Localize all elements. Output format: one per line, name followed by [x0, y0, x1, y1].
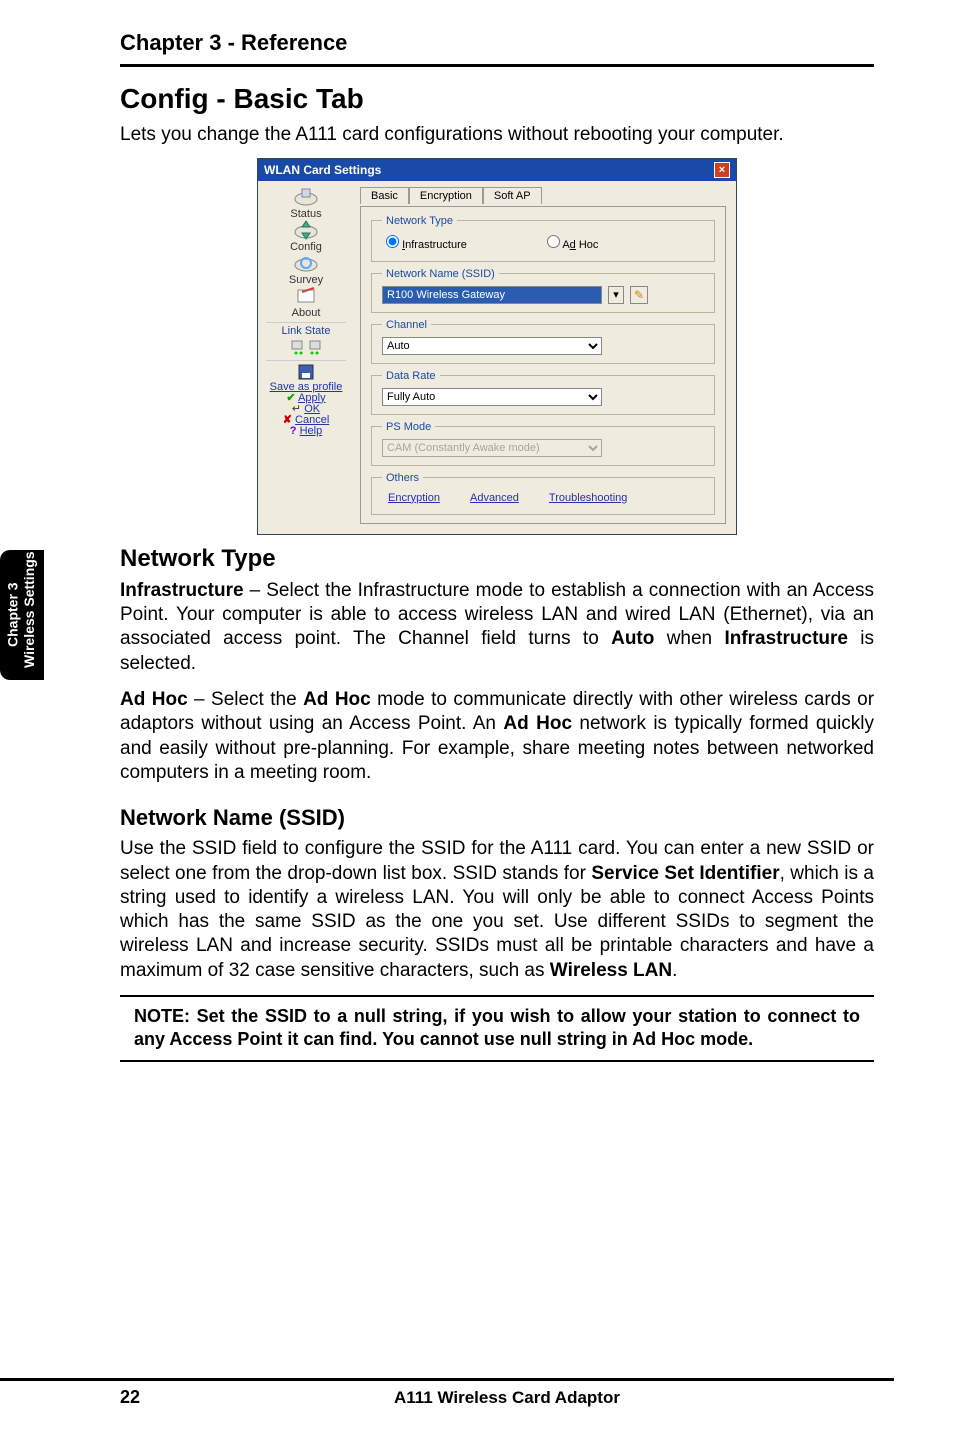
status-icon — [292, 187, 320, 207]
para-adhoc: Ad Hoc – Select the Ad Hoc mode to commu… — [120, 688, 874, 785]
ssid-dropdown-button[interactable]: ▾ — [608, 286, 624, 304]
link-troubleshooting[interactable]: Troubleshooting — [549, 492, 627, 504]
bold-wlan: Wireless LAN — [550, 960, 672, 981]
help-link[interactable]: Help — [300, 425, 323, 437]
help-icon: ? — [290, 425, 297, 437]
psmode-select: CAM (Constantly Awake mode) — [382, 439, 602, 457]
side-tab-line1: Chapter 3 — [4, 562, 21, 668]
bold-adhoc-2: Ad Hoc — [303, 689, 371, 710]
link-advanced[interactable]: Advanced — [470, 492, 519, 504]
survey-icon — [292, 253, 320, 273]
sidebar-label-linkstate: Link State — [282, 325, 331, 337]
legend-ssid: Network Name (SSID) — [382, 268, 499, 280]
sidebar-label-about: About — [292, 307, 321, 319]
sidebar-divider-1 — [266, 322, 345, 323]
bold-auto: Auto — [611, 628, 654, 649]
legend-psmode: PS Mode — [382, 421, 435, 433]
legend-others: Others — [382, 472, 423, 484]
group-others: Others Encryption Advanced Troubleshooti… — [371, 472, 715, 515]
note-text: NOTE: Set the SSID to a null string, if … — [120, 1005, 874, 1052]
bold-infrastructure: Infrastructure — [120, 580, 244, 601]
datarate-select[interactable]: Fully Auto — [382, 388, 602, 406]
config-icon — [292, 220, 320, 240]
group-network-type: Network Type Infrastructure Ad Hoc — [371, 215, 715, 262]
footer-title: A111 Wireless Card Adaptor — [120, 1388, 894, 1408]
radio-infrastructure-input[interactable] — [386, 235, 399, 248]
group-psmode: PS Mode CAM (Constantly Awake mode) — [371, 421, 715, 466]
tab-bar: Basic Encryption Soft AP — [360, 187, 726, 204]
radio-adhoc[interactable]: Ad Hoc — [547, 235, 599, 251]
sidebar-label-config: Config — [290, 241, 322, 253]
sidebar-item-linkstate[interactable]: Link State — [260, 326, 352, 357]
legend-datarate: Data Rate — [382, 370, 440, 382]
bold-ssi: Service Set Identifier — [591, 863, 779, 884]
side-tab-line2: Wireless Settings — [21, 562, 38, 668]
ssid-input[interactable] — [382, 286, 602, 304]
heading-network-type: Network Type — [120, 545, 874, 573]
sidebar-item-help[interactable]: ? Help — [260, 426, 352, 437]
bold-infrastructure-2: Infrastructure — [724, 628, 848, 649]
close-icon[interactable]: × — [714, 162, 730, 178]
dialog-panel: Basic Encryption Soft AP Network Type In… — [354, 181, 736, 534]
about-icon — [292, 286, 320, 306]
para-infrastructure: Infrastructure – Select the Infrastructu… — [120, 579, 874, 676]
tab-content-basic: Network Type Infrastructure Ad Hoc Netwo… — [360, 206, 726, 524]
wlan-settings-dialog: WLAN Card Settings × Status Config Surve… — [257, 158, 737, 535]
linkstate-icon — [290, 337, 322, 355]
ssid-survey-button[interactable]: ✎ — [630, 286, 648, 304]
tab-softap[interactable]: Soft AP — [483, 187, 542, 204]
text-adhoc-1: – Select the — [188, 689, 303, 710]
note-block: NOTE: Set the SSID to a null string, if … — [120, 995, 874, 1062]
legend-network-type: Network Type — [382, 215, 457, 227]
para-ssid: Use the SSID field to configure the SSID… — [120, 837, 874, 983]
bold-adhoc-3: Ad Hoc — [503, 713, 572, 734]
legend-channel: Channel — [382, 319, 431, 331]
group-channel: Channel Auto — [371, 319, 715, 364]
section-title: Config - Basic Tab — [120, 83, 874, 115]
text-ssid-3: . — [672, 960, 677, 981]
radio-infrastructure[interactable]: Infrastructure — [386, 235, 467, 251]
dialog-title: WLAN Card Settings — [264, 163, 381, 177]
pencil-icon: ✎ — [634, 288, 644, 302]
sidebar-label-survey: Survey — [289, 274, 323, 286]
dialog-titlebar[interactable]: WLAN Card Settings × — [258, 159, 736, 181]
sidebar-item-status[interactable]: Status — [260, 187, 352, 220]
radio-adhoc-input[interactable] — [547, 235, 560, 248]
text-infra-2: when — [654, 628, 724, 649]
page-footer: 22 A111 Wireless Card Adaptor — [0, 1378, 894, 1408]
group-datarate: Data Rate Fully Auto — [371, 370, 715, 415]
sidebar-item-config[interactable]: Config — [260, 220, 352, 253]
side-tab: Wireless Settings Chapter 3 — [0, 550, 44, 680]
channel-select[interactable]: Auto — [382, 337, 602, 355]
sidebar-item-survey[interactable]: Survey — [260, 253, 352, 286]
dialog-sidebar: Status Config Survey About Link State — [258, 181, 354, 534]
heading-ssid: Network Name (SSID) — [120, 805, 874, 831]
sidebar-label-status: Status — [290, 208, 321, 220]
sidebar-item-about[interactable]: About — [260, 286, 352, 319]
sidebar-divider-2 — [266, 360, 345, 361]
tab-basic[interactable]: Basic — [360, 187, 409, 204]
bold-adhoc: Ad Hoc — [120, 689, 188, 710]
chapter-head: Chapter 3 - Reference — [120, 30, 874, 67]
link-encryption[interactable]: Encryption — [388, 492, 440, 504]
tab-encryption[interactable]: Encryption — [409, 187, 483, 204]
group-ssid: Network Name (SSID) ▾ ✎ — [371, 268, 715, 313]
lead-text: Lets you change the A111 card configurat… — [120, 123, 874, 148]
save-icon — [298, 364, 314, 380]
sidebar-item-save-profile[interactable]: Save as profile — [260, 364, 352, 393]
